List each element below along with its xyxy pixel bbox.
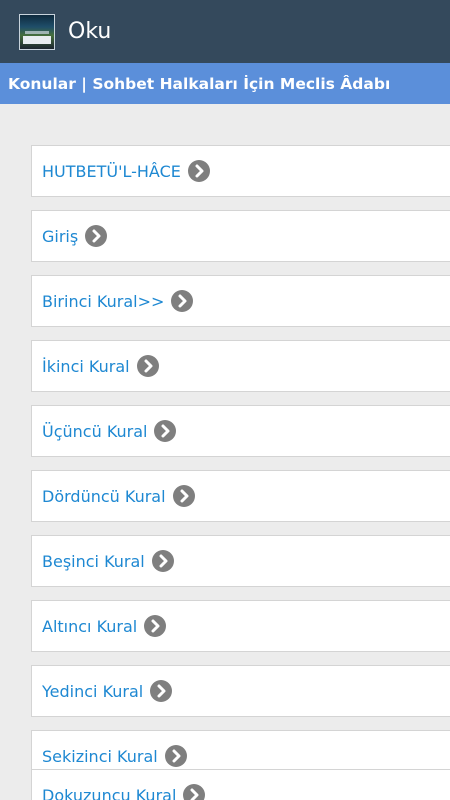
chevron-right-circle-icon [144,615,167,637]
list-item[interactable]: İkinci Kural [31,340,450,392]
list-item[interactable]: Beşinci Kural [31,535,450,587]
list-item-label: Giriş [42,226,79,246]
chevron-right-circle-icon [171,290,194,312]
list-item-label: Birinci Kural>> [42,291,165,311]
list-item[interactable]: Üçüncü Kural [31,405,450,457]
list-item-label: Yedinci Kural [42,681,144,701]
list-item-label: Beşinci Kural [42,551,145,571]
chevron-right-circle-icon [183,784,206,800]
list-item-label: Sekizinci Kural [42,746,158,766]
list-item-label: İkinci Kural [42,356,130,376]
section-header: Konular | Sohbet Halkaları İçin Meclis Â… [0,63,450,104]
action-bar: Oku [0,0,450,63]
list-item-label: HUTBETÜ'L-HÂCE [42,161,181,181]
list-item[interactable]: Birinci Kural>> [31,275,450,327]
chevron-right-circle-icon [164,745,187,767]
chevron-right-circle-icon [187,160,210,182]
chevron-right-circle-icon [150,680,173,702]
list-item-label: Dokuzuncu Kural [42,785,177,800]
list-item[interactable]: Yedinci Kural [31,665,450,717]
list-item[interactable]: Altıncı Kural [31,600,450,652]
app-title: Oku [68,19,112,44]
chevron-right-circle-icon [136,355,159,377]
chevron-right-circle-icon [172,485,195,507]
topic-list: HUTBETÜ'L-HÂCE Giriş Birinci Kural>> İki… [0,104,450,800]
list-item[interactable]: Giriş [31,210,450,262]
list-item-label: Altıncı Kural [42,616,138,636]
list-item[interactable]: Dördüncü Kural [31,470,450,522]
chevron-right-circle-icon [151,550,174,572]
chevron-right-circle-icon [154,420,177,442]
app-logo-icon[interactable] [19,13,55,50]
list-item-label: Dördüncü Kural [42,486,166,506]
list-item[interactable]: Dokuzuncu Kural [31,769,450,800]
list-item-label: Üçüncü Kural [42,421,148,441]
chevron-right-circle-icon [85,225,108,247]
list-item[interactable]: HUTBETÜ'L-HÂCE [31,145,450,197]
section-title: Konular | Sohbet Halkaları İçin Meclis Â… [8,74,391,93]
